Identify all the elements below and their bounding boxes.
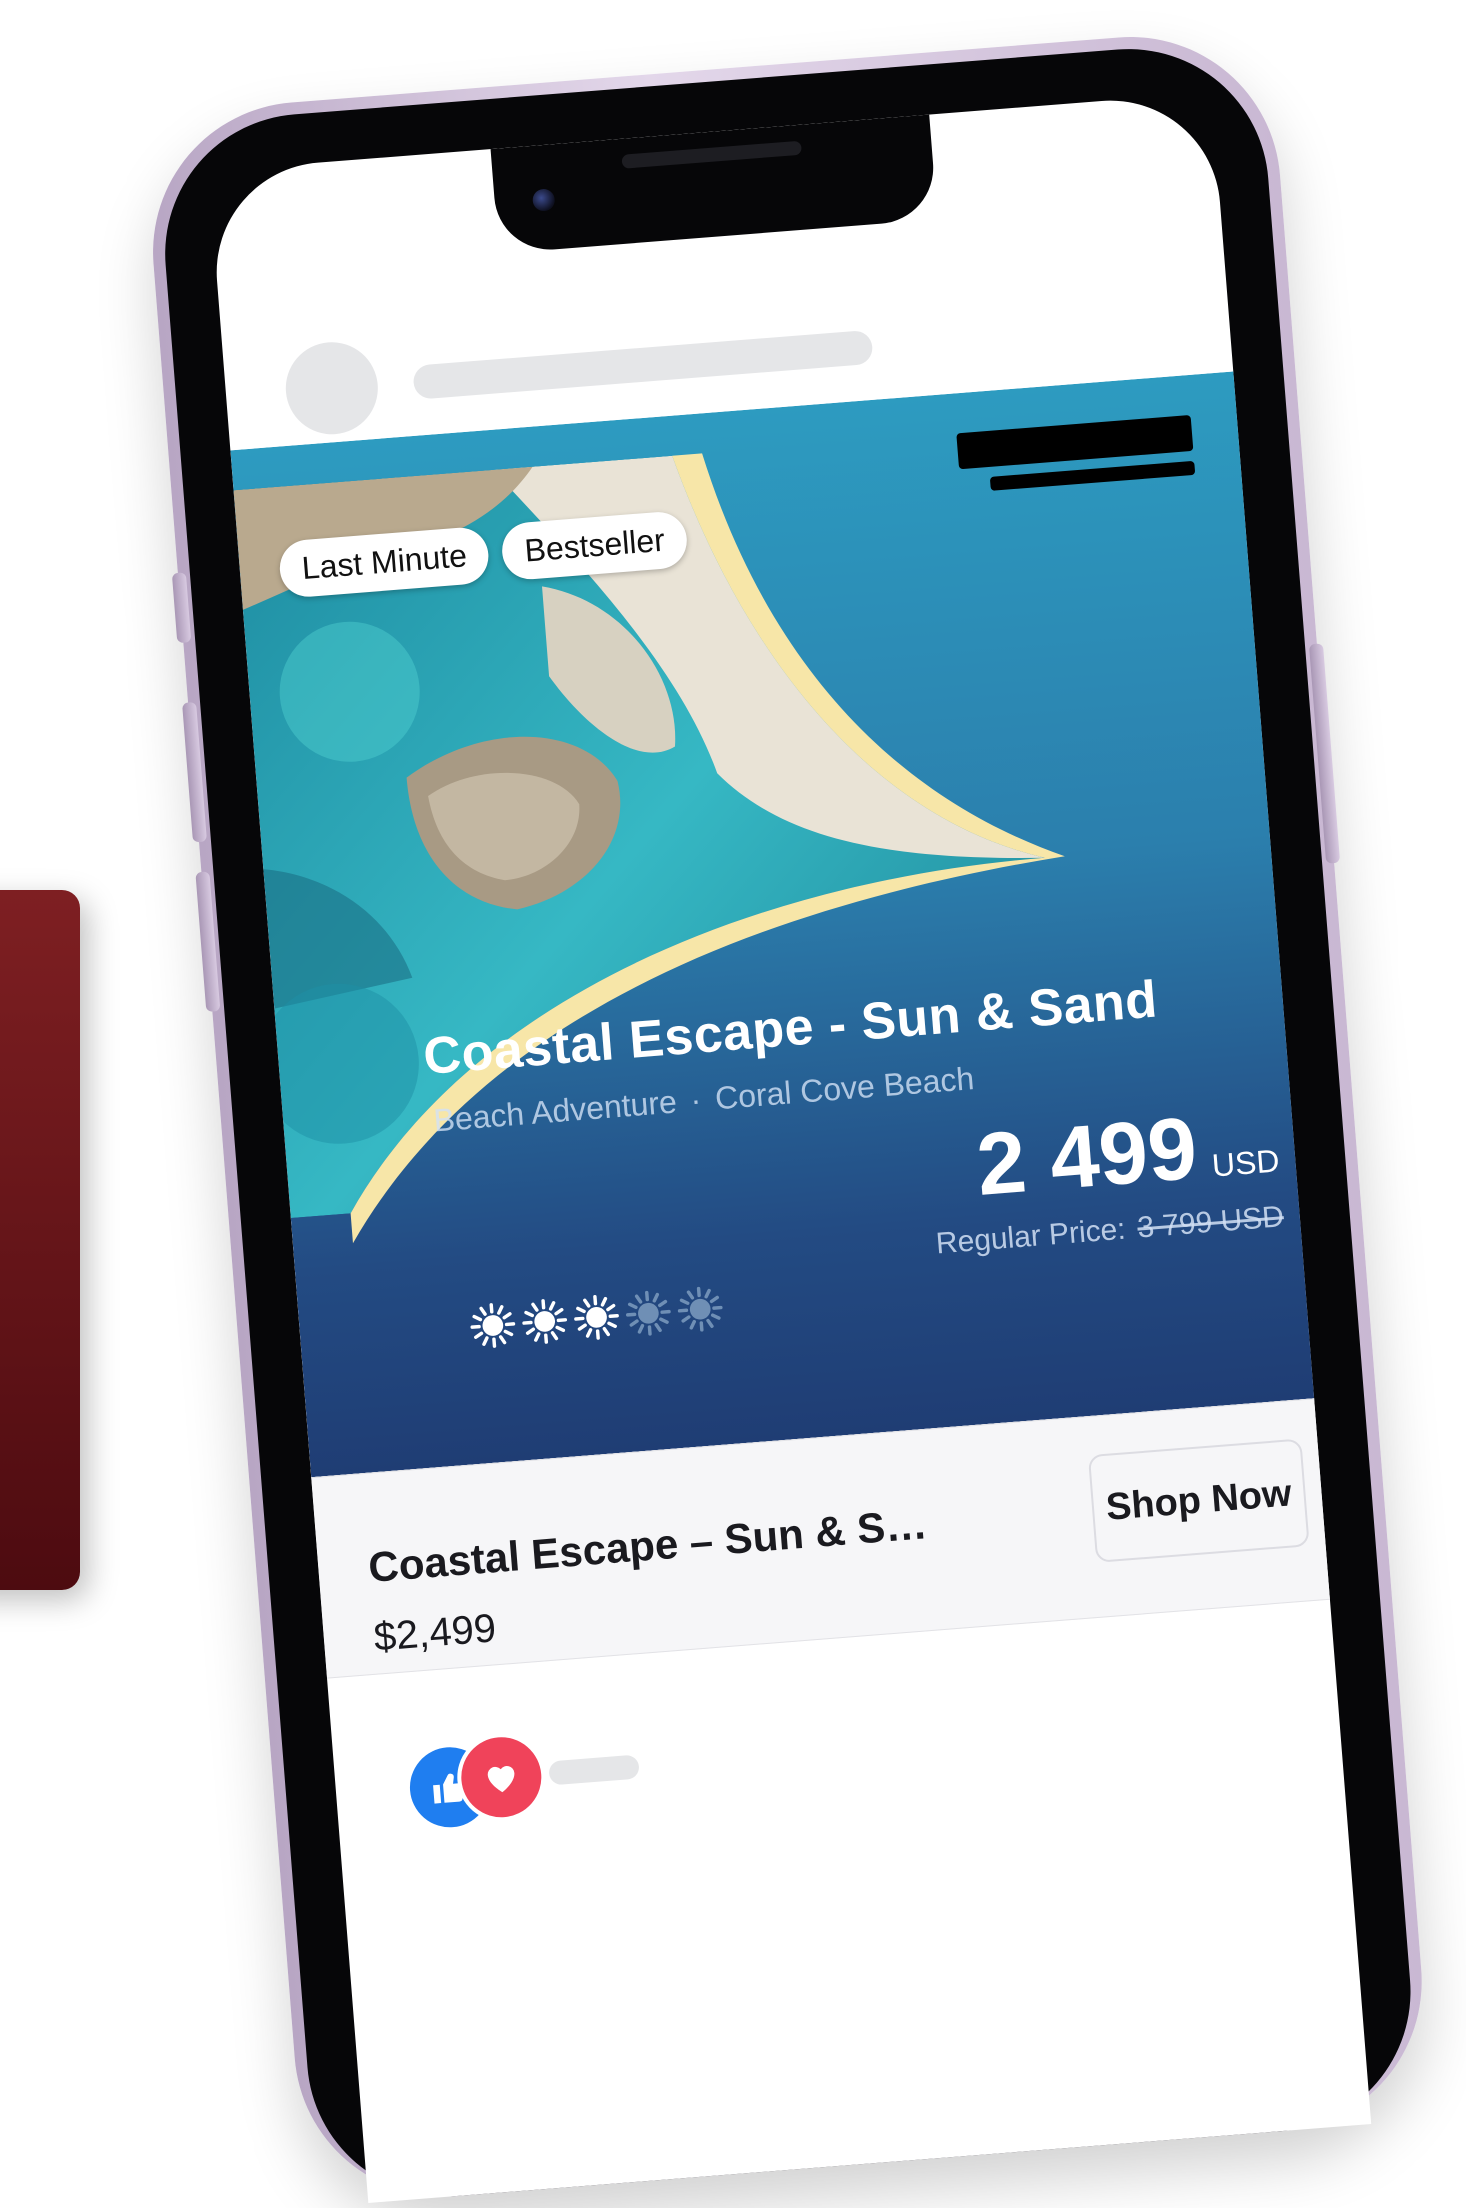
sun-icon bbox=[626, 1290, 671, 1336]
ad-creative[interactable]: Last Minute Bestseller Coastal Escape - … bbox=[230, 369, 1339, 1478]
reaction-count-placeholder bbox=[548, 1754, 640, 1786]
phone-bezel: Last Minute Bestseller Coastal Escape - … bbox=[154, 38, 1422, 2207]
avatar[interactable] bbox=[282, 338, 382, 438]
sale-price: 2 499 bbox=[973, 1097, 1201, 1214]
sale-price-currency: USD bbox=[1210, 1142, 1281, 1184]
shop-now-button[interactable]: Shop Now bbox=[1087, 1438, 1310, 1563]
separator-dot: · bbox=[689, 1081, 703, 1119]
reaction-icons bbox=[402, 1729, 549, 1835]
sun-icon bbox=[574, 1294, 619, 1340]
sun-icon bbox=[522, 1299, 568, 1344]
phone-screen: Last Minute Bestseller Coastal Escape - … bbox=[208, 92, 1372, 2203]
product-price: $2,499 bbox=[372, 1606, 498, 1660]
background-card bbox=[0, 890, 80, 1590]
phone-mockup: Last Minute Bestseller Coastal Escape - … bbox=[141, 25, 1434, 2208]
sun-icon bbox=[677, 1286, 723, 1332]
front-camera bbox=[531, 188, 556, 212]
sun-icon bbox=[470, 1303, 516, 1348]
product-title: Coastal Escape – Sun & S… bbox=[366, 1500, 929, 1591]
speaker bbox=[621, 140, 802, 169]
notch bbox=[490, 114, 938, 254]
author-name-placeholder bbox=[412, 329, 874, 400]
